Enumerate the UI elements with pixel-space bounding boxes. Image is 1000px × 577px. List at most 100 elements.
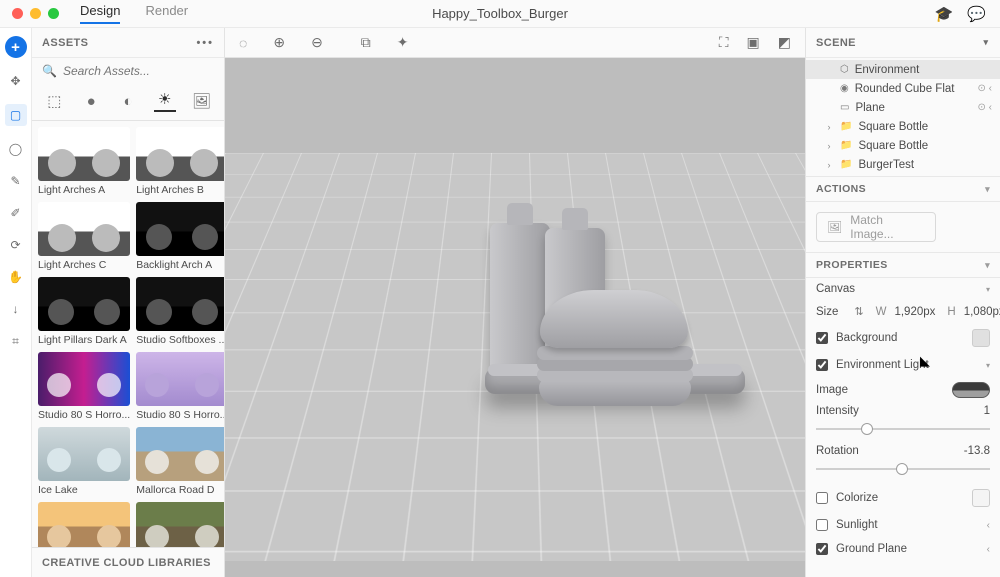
- height-value[interactable]: 1,080px: [964, 306, 1000, 318]
- asset-thumb: [38, 202, 130, 256]
- scene-caret-icon[interactable]: ▾: [983, 37, 990, 48]
- env-image-preview[interactable]: [952, 382, 990, 398]
- background-checkbox[interactable]: [816, 332, 828, 344]
- expand-icon[interactable]: ›: [824, 122, 834, 132]
- ground-checkbox[interactable]: [816, 543, 828, 555]
- expand-icon[interactable]: ⛶: [719, 34, 729, 51]
- asset-label: Mallorca Road D: [136, 484, 224, 496]
- cc-libraries-header[interactable]: CREATIVE CLOUD LIBRARIES: [32, 547, 224, 577]
- width-value[interactable]: 1,920px: [894, 306, 935, 318]
- screenshot-icon[interactable]: ▣: [747, 34, 760, 51]
- burger-top[interactable]: [540, 290, 688, 348]
- asset-item[interactable]: Ice Lake: [38, 427, 130, 496]
- chevron-left-icon[interactable]: ‹: [987, 520, 990, 531]
- scene-row[interactable]: ⬡Environment: [806, 60, 1000, 79]
- light-category-icon[interactable]: ☀: [154, 90, 176, 112]
- maximize-icon[interactable]: [48, 8, 59, 19]
- chevron-down-icon[interactable]: ▾: [986, 361, 990, 370]
- search-input[interactable]: [63, 64, 220, 78]
- asset-item[interactable]: Light Arches B: [136, 127, 224, 196]
- expand-icon[interactable]: ›: [824, 141, 834, 151]
- sunlight-checkbox[interactable]: [816, 519, 828, 531]
- shapes-category-icon[interactable]: ⬚: [43, 90, 65, 112]
- rotation-value[interactable]: -13.8: [964, 445, 990, 457]
- assets-panel: ASSETS ••• 🔍 ⬚ ● ◐ ☀ 🖼 Light Arches ALig…: [32, 28, 225, 577]
- ground-label: Ground Plane: [836, 543, 907, 555]
- chevron-down-icon[interactable]: ▾: [985, 184, 990, 195]
- actions-header: ACTIONS ▾: [806, 176, 1000, 202]
- viewport[interactable]: [225, 58, 805, 577]
- axes-tool-icon[interactable]: ⌗: [7, 332, 25, 350]
- half-category-icon[interactable]: ◐: [117, 90, 139, 112]
- chevron-down-icon[interactable]: ▾: [985, 260, 990, 271]
- select-sub-icon[interactable]: ⊖: [311, 34, 323, 51]
- match-image-icon: 🖼: [827, 220, 842, 234]
- frame-tool-icon[interactable]: ▢: [5, 104, 27, 126]
- asset-label: Light Pillars Dark A: [38, 334, 130, 346]
- wand-tool-icon[interactable]: ✎: [7, 172, 25, 190]
- burger-layer[interactable]: [537, 346, 693, 360]
- scene-row[interactable]: ›📁BurgerTest: [806, 155, 1000, 174]
- select-add-icon[interactable]: ⊕: [273, 34, 285, 51]
- asset-item[interactable]: Mallorca Road D: [136, 427, 224, 496]
- asset-item[interactable]: Light Arches C: [38, 202, 130, 271]
- asset-label: Studio Softboxes ...: [136, 334, 224, 346]
- scene-row[interactable]: ▭Plane⊙ ‹: [806, 98, 1000, 117]
- rotation-slider[interactable]: [816, 461, 990, 477]
- match-image-button[interactable]: 🖼 Match Image...: [816, 212, 936, 242]
- object-icon: 📁: [840, 121, 852, 132]
- tab-render[interactable]: Render: [145, 3, 188, 24]
- hand-tool-icon[interactable]: ✋: [7, 268, 25, 286]
- tab-design[interactable]: Design: [80, 3, 120, 24]
- scene-item-actions[interactable]: ⊙ ‹: [978, 83, 993, 94]
- asset-item[interactable]: Studio 80 S Horro...: [136, 352, 224, 421]
- eyedrop-tool-icon[interactable]: ✐: [7, 204, 25, 222]
- chevron-left-icon[interactable]: ‹: [987, 544, 990, 555]
- asset-thumb: [38, 352, 130, 406]
- asset-item[interactable]: Studio Softboxes ...: [136, 277, 224, 346]
- background-swatch[interactable]: [972, 329, 990, 347]
- close-icon[interactable]: [12, 8, 23, 19]
- chat-icon[interactable]: 💬: [967, 5, 986, 23]
- canvas-row[interactable]: Canvas ▾: [806, 278, 1000, 300]
- canvas-label: Canvas: [816, 283, 855, 295]
- add-button[interactable]: +: [5, 36, 27, 58]
- material-category-icon[interactable]: ●: [80, 90, 102, 112]
- colorize-checkbox[interactable]: [816, 492, 828, 504]
- select-circle-icon[interactable]: ◌: [239, 35, 247, 51]
- assets-more-icon[interactable]: •••: [196, 37, 214, 49]
- intensity-value[interactable]: 1: [984, 405, 990, 417]
- asset-item[interactable]: Sunrise Campsite: [38, 502, 130, 547]
- intensity-slider[interactable]: [816, 421, 990, 437]
- asset-item[interactable]: Light Pillars Dark A: [38, 277, 130, 346]
- ellipse-tool-icon[interactable]: ◯: [7, 140, 25, 158]
- asset-grid: Light Arches ALight Arches BLight Arches…: [32, 121, 224, 547]
- slider-thumb[interactable]: [896, 463, 908, 475]
- asset-item[interactable]: Topanga Forest B: [136, 502, 224, 547]
- sparkle-icon[interactable]: ✦: [397, 34, 409, 51]
- scene-header: SCENE ▾: [806, 28, 1000, 58]
- expand-icon[interactable]: ›: [824, 160, 834, 170]
- asset-item[interactable]: Studio 80 S Horro...: [38, 352, 130, 421]
- scene-row[interactable]: ◉Rounded Cube Flat⊙ ‹: [806, 79, 1000, 98]
- colorize-swatch[interactable]: [972, 489, 990, 507]
- minimize-icon[interactable]: [30, 8, 41, 19]
- scene-row[interactable]: ›📁Square Bottle: [806, 117, 1000, 136]
- render-settings-icon[interactable]: ◩: [778, 34, 791, 51]
- scene-row[interactable]: ›📁Square Bottle: [806, 136, 1000, 155]
- asset-thumb: [38, 502, 130, 547]
- scene-item-actions[interactable]: ⊙ ‹: [978, 102, 993, 113]
- slider-thumb[interactable]: [861, 423, 873, 435]
- document-title: Happy_Toolbox_Burger: [432, 6, 568, 21]
- image-category-icon[interactable]: 🖼: [191, 90, 213, 112]
- asset-item[interactable]: Light Arches A: [38, 127, 130, 196]
- link-icon[interactable]: ⇅: [854, 305, 863, 318]
- move-tool-icon[interactable]: ✥: [7, 72, 25, 90]
- group-icon[interactable]: ⧉: [361, 34, 371, 51]
- down-tool-icon[interactable]: ↓: [7, 300, 25, 318]
- env-light-checkbox[interactable]: [816, 359, 828, 371]
- rotate-tool-icon[interactable]: ⟳: [7, 236, 25, 254]
- burger-bottom[interactable]: [539, 378, 691, 406]
- learn-icon[interactable]: 🎓: [935, 5, 954, 23]
- asset-item[interactable]: Backlight Arch A: [136, 202, 224, 271]
